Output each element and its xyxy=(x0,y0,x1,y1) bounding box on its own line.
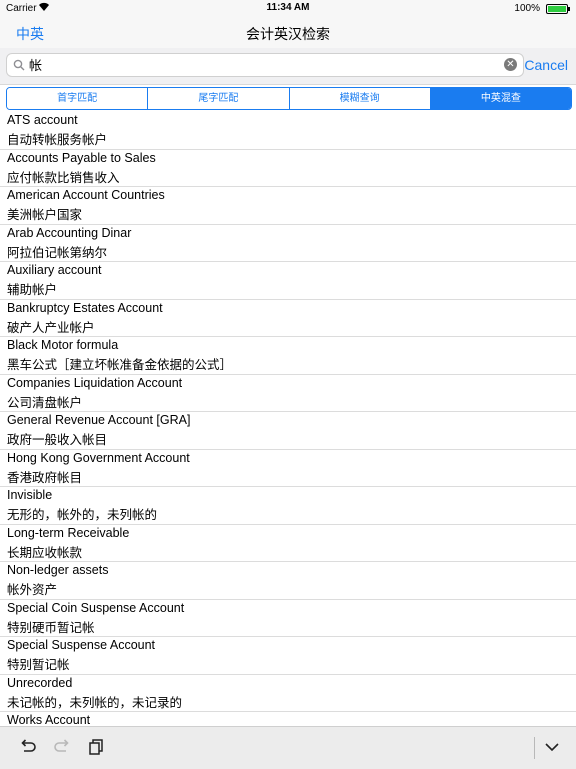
list-item[interactable]: Companies Liquidation Account 公司清盘帐户 xyxy=(0,375,576,412)
segment-2[interactable]: 模糊查询 xyxy=(289,88,431,109)
entry-chinese: 特别硬币暂记帐 xyxy=(7,620,95,635)
search-icon xyxy=(13,58,25,71)
entry-chinese: 黑车公式［建立坏帐准备金依据的公式］ xyxy=(7,358,233,372)
battery-fill xyxy=(548,6,566,12)
search-mode-segmented-control: 首字匹配 尾字匹配 模糊查询 中英混查 xyxy=(6,87,572,110)
list-item[interactable]: Special Suspense Account 特别暂记帐 xyxy=(0,637,576,675)
search-field-container[interactable]: ✕ xyxy=(6,53,524,77)
entry-english: Hong Kong Government Account xyxy=(7,450,190,465)
list-item[interactable]: Special Coin Suspense Account 特别硬币暂记帐 xyxy=(0,600,576,637)
undo-icon[interactable] xyxy=(18,737,38,757)
entry-english: Accounts Payable to Sales xyxy=(7,150,156,165)
entry-chinese: 破产人产业帐户 xyxy=(7,320,95,335)
entry-chinese: 香港政府帐目 xyxy=(7,470,83,485)
entry-chinese: 美洲帐户国家 xyxy=(7,208,83,222)
entry-chinese: 阿拉伯记帐第纳尔 xyxy=(7,245,108,260)
keyboard-toolbar xyxy=(0,726,576,769)
list-item[interactable]: Invisible 无形的，帐外的，未列帐的 xyxy=(0,487,576,525)
entry-english: Black Motor formula xyxy=(7,338,119,352)
entry-chinese: 帐外资产 xyxy=(7,583,58,597)
list-item[interactable]: Works Account xyxy=(0,712,576,725)
clock: 11:34 AM xyxy=(266,2,310,13)
entry-english: Auxiliary account xyxy=(7,263,102,277)
list-item[interactable]: ATS account 自动转帐服务帐户 xyxy=(0,112,576,150)
cancel-button[interactable]: Cancel xyxy=(524,57,568,73)
results-list: ATS account 自动转帐服务帐户 Accounts Payable to S… xyxy=(0,112,576,725)
toolbar-divider xyxy=(534,737,535,759)
entry-english: Bankruptcy Estates Account xyxy=(7,300,163,315)
list-item[interactable]: Unrecorded 未记帐的，未列帐的，未记录的 xyxy=(0,675,576,712)
entry-english: ATS account xyxy=(7,113,78,127)
list-item[interactable]: General Revenue Account [GRA] 政府一般收入帐目 xyxy=(0,412,576,450)
entry-english: General Revenue Account [GRA] xyxy=(7,413,191,427)
segment-1[interactable]: 尾字匹配 xyxy=(148,88,290,109)
segment-3[interactable]: 中英混查 xyxy=(430,88,571,109)
entry-chinese: 政府一般收入帐目 xyxy=(7,433,108,447)
list-item[interactable]: Black Motor formula 黑车公式［建立坏帐准备金依据的公式］ xyxy=(0,337,576,375)
entry-english: Arab Accounting Dinar xyxy=(7,225,132,240)
entry-english: Special Coin Suspense Account xyxy=(7,600,185,615)
battery-icon xyxy=(546,4,570,14)
entry-chinese: 特别暂记帐 xyxy=(7,658,70,672)
paste-icon[interactable] xyxy=(86,737,106,757)
search-bar: ✕ Cancel xyxy=(0,48,576,85)
battery-percent: 100% xyxy=(514,3,540,14)
list-item[interactable]: American Account Countries 美洲帐户国家 xyxy=(0,187,576,225)
list-item[interactable]: Non-ledger assets 帐外资产 xyxy=(0,562,576,600)
entry-english: American Account Countries xyxy=(7,188,165,202)
entry-english: Long-term Receivable xyxy=(7,525,130,540)
nav-bar: 中英 会计英汉检索 xyxy=(0,16,576,48)
list-item[interactable]: Hong Kong Government Account 香港政府帐目 xyxy=(0,450,576,487)
entry-chinese: 公司清盘帐户 xyxy=(7,395,83,410)
entry-english: Invisible xyxy=(7,488,53,502)
entry-chinese: 自动转帐服务帐户 xyxy=(7,133,108,147)
list-item[interactable]: Arab Accounting Dinar 阿拉伯记帐第纳尔 xyxy=(0,225,576,262)
list-item[interactable]: Long-term Receivable 长期应收帐款 xyxy=(0,525,576,562)
segment-0[interactable]: 首字匹配 xyxy=(7,88,149,109)
entry-english: Companies Liquidation Account xyxy=(7,375,183,390)
entry-chinese: 辅助帐户 xyxy=(7,283,58,297)
redo-icon[interactable] xyxy=(52,737,72,757)
page-title: 会计英汉检索 xyxy=(246,26,330,42)
list-item[interactable]: Accounts Payable to Sales 应付帐款比销售收入 xyxy=(0,150,576,187)
entry-chinese: 无形的，帐外的，未列帐的 xyxy=(7,508,158,522)
status-bar: Carrier 11:34 AM 100% xyxy=(0,0,576,16)
list-item[interactable]: Bankruptcy Estates Account 破产人产业帐户 xyxy=(0,300,576,337)
search-input[interactable] xyxy=(29,56,499,72)
entry-english: Non-ledger assets xyxy=(7,563,109,577)
entry-english: Unrecorded xyxy=(7,675,73,690)
keyboard-dismiss-icon[interactable] xyxy=(542,737,562,757)
clear-icon[interactable]: ✕ xyxy=(504,58,517,71)
entry-english: Works Account xyxy=(7,713,91,725)
entry-chinese: 长期应收帐款 xyxy=(7,545,83,560)
entry-english: Special Suspense Account xyxy=(7,638,156,652)
list-item[interactable]: Auxiliary account 辅助帐户 xyxy=(0,262,576,300)
entry-chinese: 应付帐款比销售收入 xyxy=(7,170,120,185)
battery-nub xyxy=(568,7,570,11)
entry-chinese: 未记帐的，未列帐的，未记录的 xyxy=(7,695,183,710)
